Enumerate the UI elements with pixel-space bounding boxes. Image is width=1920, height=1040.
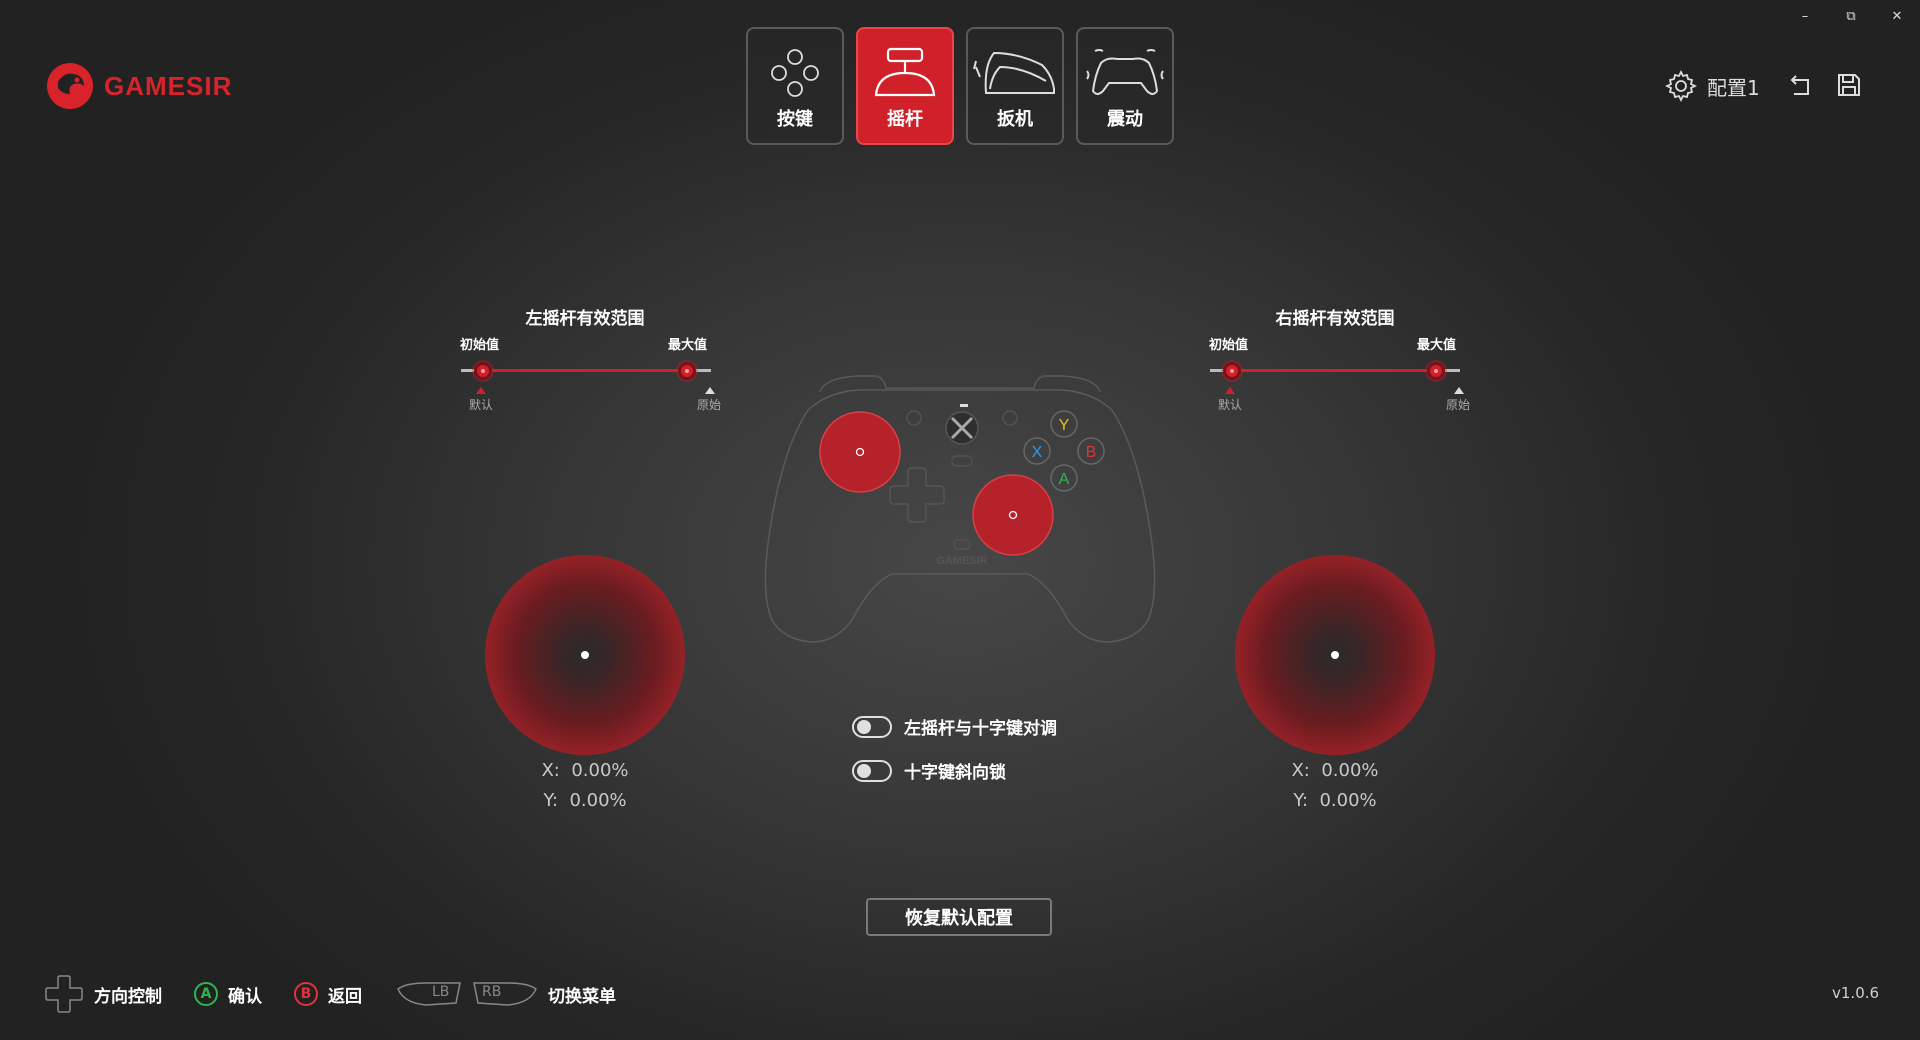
left-stick-highlight (819, 411, 901, 493)
dpad-diagonal-lock-toggle[interactable] (852, 759, 892, 782)
vibration-icon (1085, 43, 1165, 103)
dpad-diagonal-lock-row: 十字键斜向锁 (852, 758, 1006, 783)
dpad-icon (45, 975, 83, 1013)
gamesir-logo: GAMESIR (44, 60, 232, 112)
right-max-handle[interactable] (1427, 362, 1445, 380)
y-button-label: Y (1059, 417, 1070, 434)
a-button-label: A (1059, 471, 1070, 488)
left-default-label: 默认 (469, 398, 494, 412)
footer-hints: 方向控制 A 确认 B 返回 LB RB 切换菜单 (44, 974, 616, 1014)
swap-stick-dpad-toggle[interactable] (852, 715, 892, 738)
menu-button (1002, 410, 1018, 426)
controller-brand: GAMESIR (936, 555, 987, 567)
left-stick-position (581, 651, 589, 659)
version-label: v1.0.6 (1832, 984, 1880, 1002)
right-x-readout: X: 0.00% (1235, 760, 1435, 781)
left-range-title: 左摇杆有效范围 (525, 309, 645, 329)
close-button[interactable]: ✕ (1882, 6, 1912, 26)
lb-key-icon: LB (396, 981, 462, 1007)
left-max-label: 最大值 (668, 338, 708, 353)
right-default-marker (1225, 387, 1235, 394)
left-original-label: 原始 (697, 398, 722, 412)
tab-label: 摇杆 (887, 109, 923, 130)
tab-label: 按键 (777, 109, 813, 130)
left-y-value: 0.00% (569, 790, 627, 811)
right-stick-visual (1235, 555, 1435, 755)
lb-key-label: LB (432, 984, 450, 1000)
right-x-value: 0.00% (1321, 760, 1379, 781)
left-min-label: 初始值 (460, 338, 500, 353)
b-button-label: B (1086, 444, 1097, 461)
maximize-button[interactable]: ⧉ (1836, 6, 1866, 26)
right-y-label: Y: (1293, 790, 1309, 811)
tab-buttons[interactable]: 按键 (746, 27, 844, 145)
right-range-title: 右摇杆有效范围 (1275, 309, 1395, 329)
left-y-label: Y: (543, 790, 559, 811)
tab-trigger[interactable]: 扳机 (966, 27, 1064, 145)
right-y-readout: Y: 0.00% (1235, 790, 1435, 811)
dpad-diagonal-lock-label: 十字键斜向锁 (904, 763, 1006, 783)
right-min-label: 初始值 (1209, 338, 1249, 353)
rb-key-label: RB (482, 984, 502, 1000)
switch-menu-hint-label: 切换菜单 (548, 986, 616, 1007)
left-default-marker (476, 387, 486, 394)
profile-label: 配置1 (1707, 75, 1760, 100)
right-stick-highlight (972, 474, 1054, 556)
save-icon (1838, 74, 1860, 96)
share-button (951, 455, 973, 467)
rb-key-icon: RB (472, 981, 538, 1007)
gamesir-logo-icon (47, 63, 93, 109)
home-led (960, 404, 968, 407)
right-original-marker (1454, 387, 1464, 394)
left-min-handle[interactable] (474, 362, 492, 380)
left-stick-visual (485, 555, 685, 755)
tab-vibration[interactable]: 震动 (1076, 27, 1174, 145)
left-y-readout: Y: 0.00% (485, 790, 685, 811)
undo-icon (1790, 75, 1809, 95)
tab-joystick[interactable]: 摇杆 (856, 27, 954, 145)
tab-label: 震动 (1107, 109, 1143, 130)
confirm-hint-label: 确认 (228, 986, 262, 1007)
left-x-label: X: (541, 760, 560, 781)
tab-label: 扳机 (997, 109, 1033, 130)
right-x-label: X: (1291, 760, 1310, 781)
trigger-icon (972, 43, 1058, 103)
a-key-icon: A (194, 982, 218, 1006)
left-max-handle[interactable] (678, 362, 696, 380)
brand-name: GAMESIR (104, 70, 233, 101)
m-button (953, 539, 971, 550)
profile-selector[interactable]: 配置1 (1665, 70, 1760, 102)
right-min-handle[interactable] (1223, 362, 1241, 380)
view-button (906, 410, 922, 426)
swap-stick-dpad-row: 左摇杆与十字键对调 (852, 714, 1057, 739)
b-key-icon: B (294, 982, 318, 1006)
minimize-button[interactable]: – (1790, 6, 1820, 26)
undo-button[interactable] (1788, 72, 1814, 102)
swap-stick-dpad-label: 左摇杆与十字键对调 (904, 719, 1057, 739)
right-default-label: 默认 (1218, 398, 1243, 412)
controller-image: Y X B A GAMESIR (764, 375, 1156, 643)
save-button[interactable] (1836, 72, 1862, 102)
x-button-label: X (1032, 444, 1043, 461)
reset-default-button[interactable]: 恢复默认配置 (866, 898, 1052, 936)
dpad-hint-label: 方向控制 (94, 986, 162, 1007)
left-original-marker (705, 387, 715, 394)
left-x-value: 0.00% (571, 760, 629, 781)
right-range-fill (1232, 369, 1436, 372)
left-range-fill (483, 369, 687, 372)
buttons-icon (767, 43, 823, 103)
right-y-value: 0.00% (1319, 790, 1377, 811)
right-stick-position (1331, 651, 1339, 659)
dpad (889, 467, 945, 523)
joystick-icon (870, 43, 940, 103)
gear-icon (1665, 70, 1697, 102)
back-hint-label: 返回 (328, 986, 362, 1007)
right-original-label: 原始 (1446, 398, 1471, 412)
right-max-label: 最大值 (1417, 338, 1457, 353)
left-x-readout: X: 0.00% (485, 760, 685, 781)
